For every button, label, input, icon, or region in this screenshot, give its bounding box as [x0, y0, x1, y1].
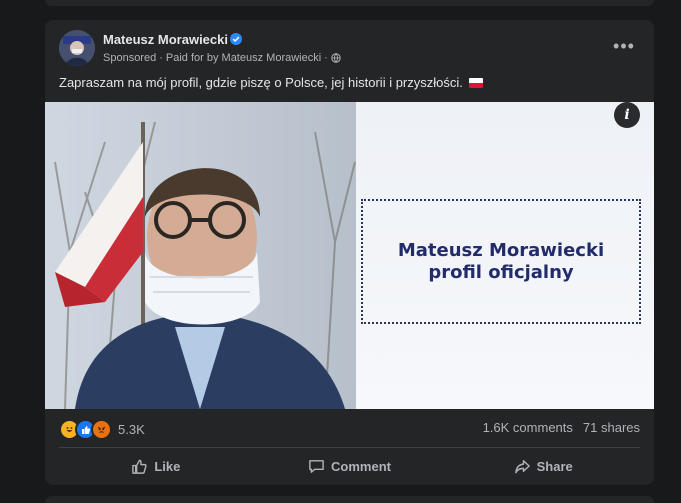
more-options-icon[interactable]: •••: [612, 34, 636, 58]
info-icon[interactable]: i: [614, 102, 640, 128]
comment-label: Comment: [331, 458, 391, 474]
comment-button[interactable]: Comment: [253, 450, 447, 482]
sponsored-label[interactable]: Sponsored: [103, 52, 156, 64]
share-label: Share: [536, 458, 573, 474]
caption-text: Zapraszam na mój profil, gdzie piszę o P…: [59, 75, 463, 90]
sponsored-post: Mateusz Morawiecki Sponsored · Paid for …: [45, 20, 654, 485]
previous-post-edge: [45, 0, 654, 6]
meta-separator-2: ·: [324, 52, 328, 64]
poland-flag-icon: [468, 77, 483, 88]
profile-name: Mateusz Morawiecki: [397, 239, 605, 261]
verified-badge-icon: [230, 33, 242, 45]
reactions-summary[interactable]: 5.3K: [59, 419, 145, 440]
shares-count[interactable]: 71 shares: [583, 420, 640, 435]
thumbs-up-icon: [132, 459, 147, 474]
comment-icon: [309, 459, 324, 473]
profile-subtitle: profil oficjalny: [428, 261, 574, 283]
author-name[interactable]: Mateusz Morawiecki: [103, 32, 228, 47]
angry-icon: [91, 419, 112, 440]
portrait-photo: [45, 102, 356, 409]
reaction-count[interactable]: 5.3K: [118, 422, 145, 437]
share-button[interactable]: Share: [446, 450, 640, 482]
engagement-stats: 1.6K comments 71 shares: [483, 420, 640, 435]
post-caption: Zapraszam na mój profil, gdzie piszę o P…: [59, 75, 483, 90]
next-post-edge: [45, 496, 654, 503]
post-meta: Sponsored · Paid for by Mateusz Morawiec…: [103, 52, 341, 64]
actions-divider: [59, 447, 640, 448]
share-arrow-icon: [514, 459, 530, 473]
post-actions: Like Comment Share: [59, 450, 640, 482]
paid-for-label[interactable]: Paid for by Mateusz Morawiecki: [166, 52, 321, 64]
like-button[interactable]: Like: [59, 450, 253, 482]
profile-title-box: Mateusz Morawiecki profil oficjalny: [361, 199, 641, 324]
author-avatar[interactable]: [59, 30, 95, 66]
comments-count[interactable]: 1.6K comments: [483, 420, 573, 435]
like-label: Like: [154, 458, 181, 474]
meta-separator: ·: [159, 52, 163, 64]
ad-media[interactable]: Mateusz Morawiecki profil oficjalny: [45, 102, 654, 409]
profile-panel: Mateusz Morawiecki profil oficjalny: [356, 102, 654, 409]
globe-icon: [331, 53, 341, 63]
